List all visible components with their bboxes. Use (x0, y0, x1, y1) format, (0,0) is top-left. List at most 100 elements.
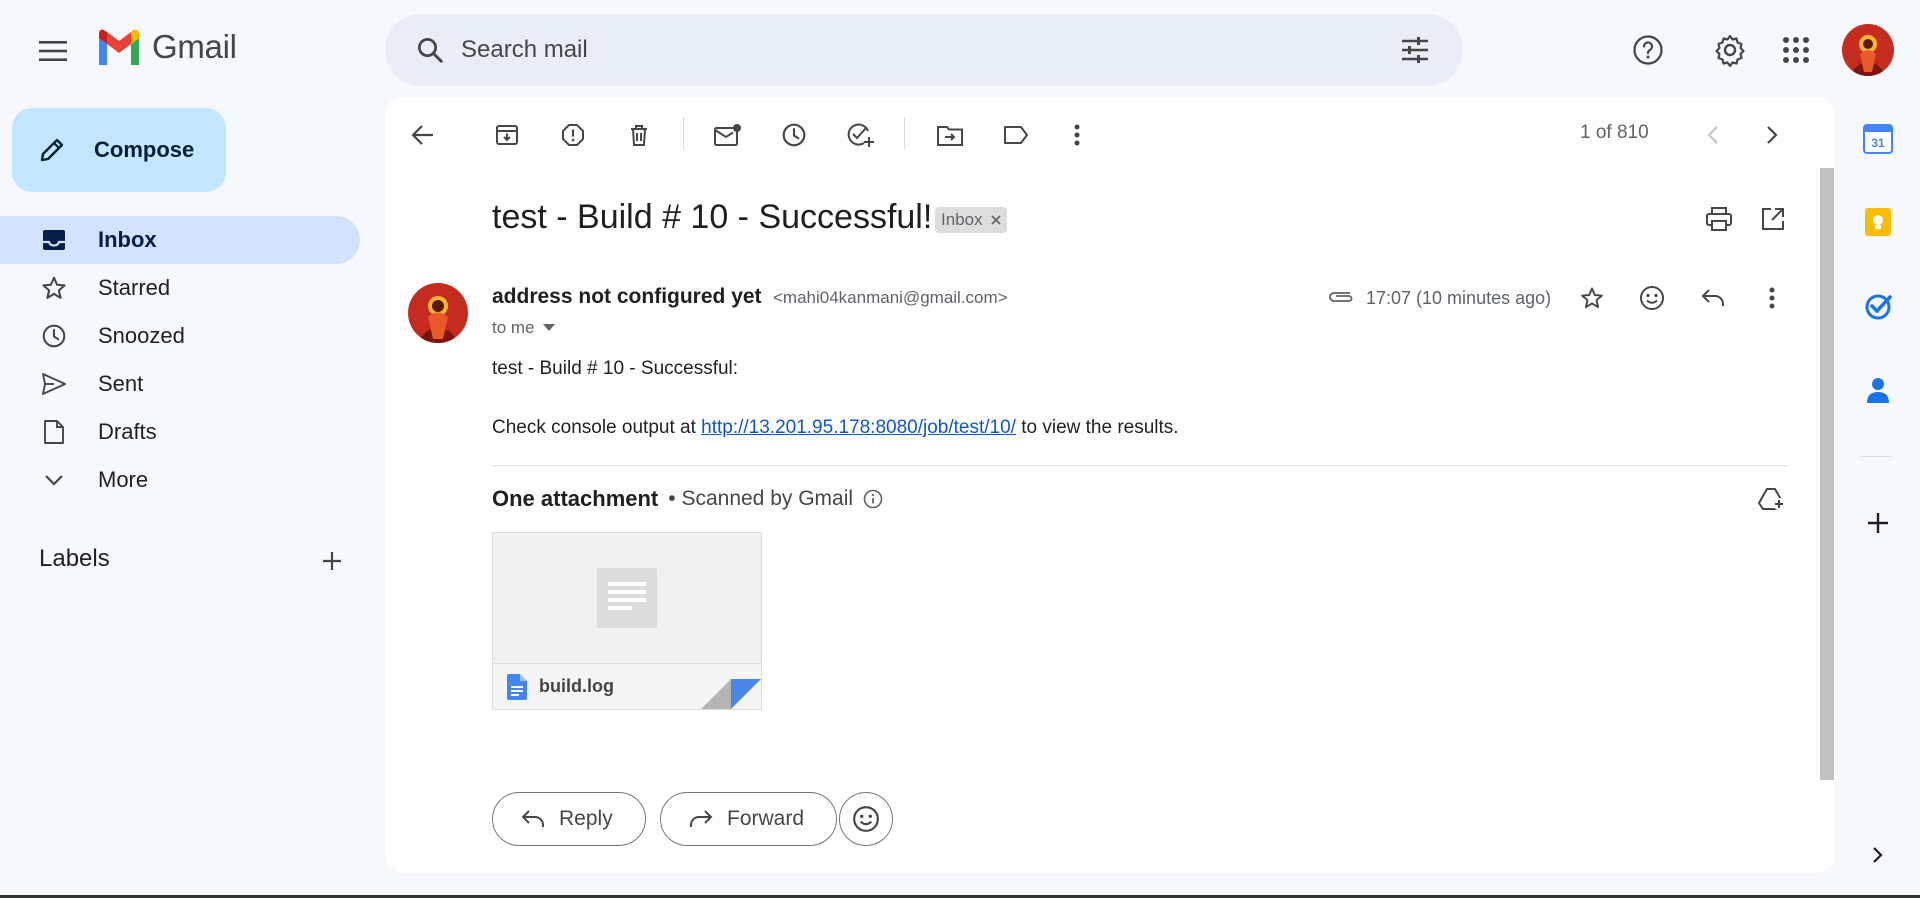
page-count: 1 of 810 (1580, 122, 1649, 143)
nav-item-more[interactable]: More (0, 456, 360, 504)
inbox-icon (40, 229, 68, 251)
message-more-vert-icon[interactable] (1749, 275, 1795, 321)
expand-panel-chevron-icon[interactable] (1856, 833, 1900, 877)
message-time: 17:07 (10 minutes ago) (1366, 288, 1552, 308)
chevron-down-icon (40, 474, 68, 486)
google-keep-icon[interactable] (1856, 200, 1900, 244)
add-task-icon[interactable] (837, 112, 883, 158)
nav-label: Starred (98, 275, 171, 300)
gmail-logo[interactable]: Gmail (96, 28, 237, 66)
google-tasks-icon[interactable] (1856, 284, 1900, 328)
toolbar-divider (904, 117, 905, 149)
reply-button[interactable]: Reply (492, 792, 646, 846)
nav-label: Drafts (98, 419, 157, 444)
apps-grid-icon[interactable] (1770, 24, 1822, 76)
search-options-icon[interactable] (1385, 36, 1445, 64)
sender-avatar[interactable] (408, 283, 468, 343)
print-icon[interactable] (1696, 196, 1742, 242)
newer-chevron-left-icon[interactable] (1690, 112, 1736, 158)
body-suffix: to view the results. (1015, 417, 1179, 438)
console-link[interactable]: http://13.201.95.178:8080/job/test/10/ (701, 417, 1016, 438)
pencil-icon (40, 138, 64, 162)
nav-item-snoozed[interactable]: Snoozed (0, 312, 360, 360)
mark-unread-icon[interactable] (705, 112, 751, 158)
send-icon (40, 372, 68, 396)
hamburger-icon (39, 41, 67, 61)
recipient-details[interactable]: to me (492, 318, 555, 338)
forward-icon (690, 810, 713, 827)
emoji-reaction-icon[interactable] (1629, 275, 1675, 321)
attachment-card[interactable]: build.log (492, 532, 762, 710)
info-icon[interactable] (863, 489, 883, 509)
dropdown-arrow-icon (542, 324, 555, 331)
remove-label-icon[interactable] (991, 215, 1001, 225)
more-vert-icon[interactable] (1054, 112, 1100, 158)
gmail-m-icon (99, 29, 139, 65)
attachments-header: One attachment • Scanned by Gmail (492, 486, 883, 512)
body-text: test - Build # 10 - Successful: (492, 358, 739, 379)
attachments-divider (492, 465, 1788, 466)
open-new-window-icon[interactable] (1750, 196, 1796, 242)
toolbar-divider (683, 117, 684, 149)
google-docs-icon (507, 673, 527, 700)
google-calendar-icon[interactable]: 31 (1856, 117, 1900, 161)
older-chevron-right-icon[interactable] (1749, 112, 1795, 158)
forward-label: Forward (727, 807, 805, 830)
attachment-paperclip-icon (1328, 288, 1354, 304)
compose-button[interactable]: Compose (12, 108, 226, 192)
chip-label: Inbox (941, 210, 983, 229)
nav-item-starred[interactable]: Starred (0, 264, 360, 312)
email-subject: test - Build # 10 - Successful! (492, 198, 933, 236)
sender-email: <mahi04kanmani@gmail.com> (773, 288, 1008, 307)
search-bar[interactable] (385, 14, 1463, 86)
labels-heading: Labels (39, 545, 110, 572)
compose-label: Compose (94, 137, 195, 162)
nav-item-sent[interactable]: Sent (0, 360, 360, 408)
scanned-note: • Scanned by Gmail (668, 487, 854, 510)
plus-icon (323, 552, 341, 570)
clock-icon (40, 323, 68, 349)
google-contacts-icon[interactable] (1856, 368, 1900, 412)
emoji-react-button[interactable] (839, 792, 893, 846)
nav-label: Sent (98, 371, 144, 396)
archive-icon[interactable] (484, 112, 530, 158)
main-menu-button[interactable] (28, 26, 78, 76)
nav-label: More (98, 467, 149, 492)
back-arrow-icon[interactable] (400, 112, 446, 158)
message-scrollbar[interactable] (1820, 168, 1834, 780)
star-message-icon[interactable] (1569, 275, 1615, 321)
label-tag-icon[interactable] (993, 112, 1039, 158)
document-preview-icon (597, 568, 657, 628)
page-fold-corner-icon (701, 679, 761, 709)
forward-button[interactable]: Forward (660, 792, 838, 846)
save-to-drive-icon[interactable] (1749, 476, 1795, 522)
attachment-preview (493, 533, 761, 663)
reply-label: Reply (559, 807, 613, 830)
add-label-button[interactable] (316, 545, 348, 577)
sender-name[interactable]: address not configured yet (492, 285, 762, 309)
move-to-icon[interactable] (927, 112, 973, 158)
reply-arrow-icon[interactable] (1690, 275, 1736, 321)
search-input[interactable] (461, 36, 1385, 64)
search-icon[interactable] (399, 35, 461, 65)
help-icon[interactable] (1622, 24, 1674, 76)
nav-label: Inbox (98, 227, 157, 252)
delete-icon[interactable] (616, 112, 662, 158)
nav-item-drafts[interactable]: Drafts (0, 408, 360, 456)
smiley-icon (853, 806, 879, 832)
attachments-title: One attachment (492, 486, 659, 511)
svg-text:31: 31 (1871, 136, 1885, 150)
settings-gear-icon[interactable] (1704, 24, 1756, 76)
inbox-label-chip[interactable]: Inbox (935, 207, 1007, 233)
get-addons-plus-icon[interactable] (1856, 501, 1900, 545)
account-avatar[interactable] (1842, 24, 1894, 76)
nav-item-inbox[interactable]: Inbox (0, 216, 360, 264)
body-console-line: Check console output at http://13.201.95… (492, 417, 1179, 439)
star-icon (40, 275, 68, 301)
report-spam-icon[interactable] (550, 112, 596, 158)
app-name: Gmail (152, 28, 237, 65)
side-panel-divider (1860, 456, 1892, 457)
reply-icon (521, 810, 544, 827)
attachment-filename: build.log (539, 676, 614, 696)
snooze-clock-icon[interactable] (771, 112, 817, 158)
